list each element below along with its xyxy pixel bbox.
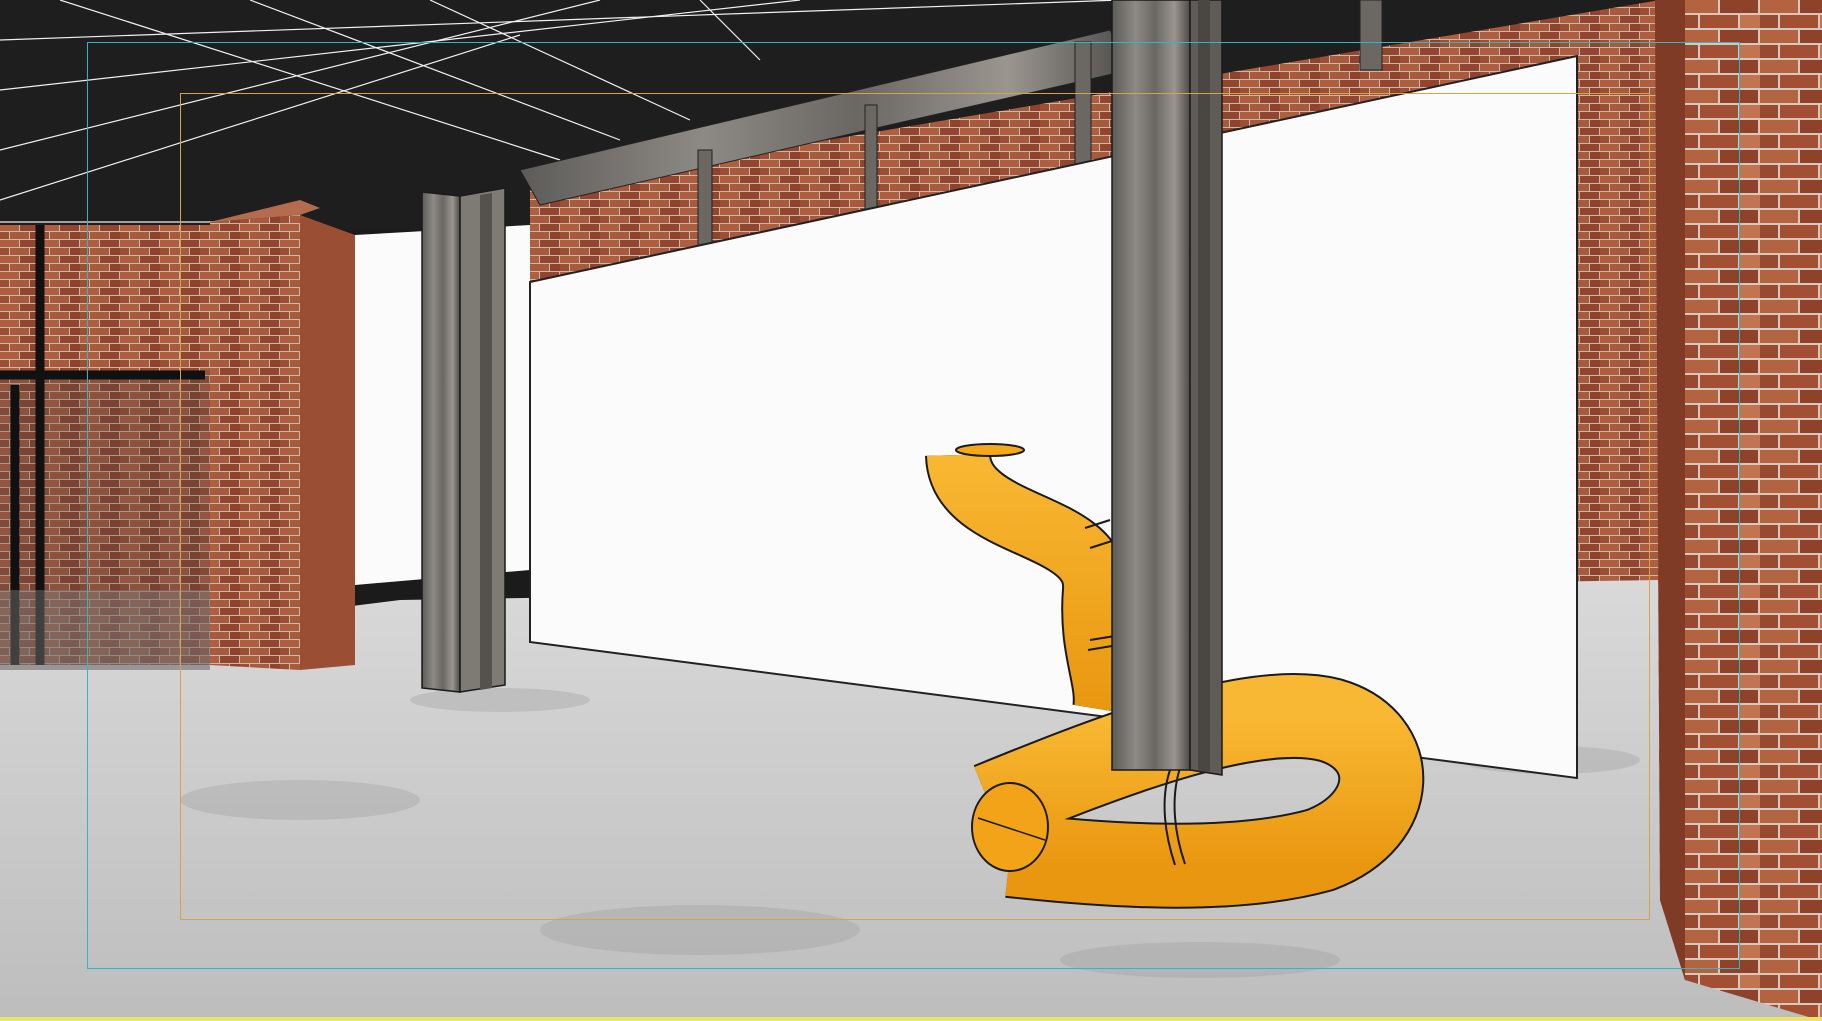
3d-viewport[interactable]	[0, 0, 1822, 1021]
scene-render[interactable]	[0, 0, 1822, 1021]
left-brick-pillar	[210, 215, 300, 670]
right-steel-column	[1111, 0, 1191, 771]
glass-storefront	[0, 225, 210, 670]
left-brick-pillar-side	[300, 215, 355, 670]
viewport-bottom-edge	[0, 1017, 1822, 1021]
left-steel-column	[421, 191, 461, 693]
